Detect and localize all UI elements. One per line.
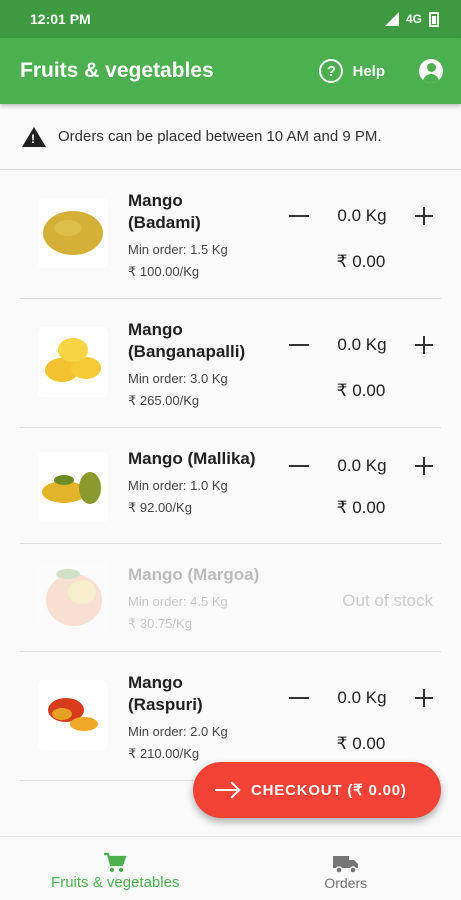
nav-label: Orders [324, 874, 368, 891]
decrease-button[interactable] [289, 215, 309, 217]
quantity-stepper: 0.0 Kg ₹ 0.00 [281, 335, 441, 401]
product-name: Mango [128, 320, 183, 339]
product-row: Mango (Banganapalli) Min order: 3.0 Kg ₹… [20, 299, 441, 428]
order-hours-notice: Orders can be placed between 10 AM and 9… [0, 104, 461, 170]
line-total: ₹ 0.00 [336, 498, 386, 517]
nav-fruits-vegetables[interactable]: Fruits & vegetables [0, 837, 231, 900]
nav-orders[interactable]: Orders [231, 837, 461, 900]
product-name: Mango [128, 191, 183, 210]
product-list: Mango (Badami) Min order: 1.5 Kg ₹ 100.0… [20, 170, 441, 781]
battery-icon [429, 11, 439, 27]
product-name: Mango (Mallika) [128, 449, 256, 468]
min-order: Min order: 4.5 Kg [128, 594, 228, 609]
line-total: ₹ 0.00 [336, 734, 386, 753]
checkout-label: CHECKOUT (₹ 0.00) [251, 782, 407, 799]
quantity-stepper: 0.0 Kg ₹ 0.00 [281, 688, 441, 754]
product-name-line2: (Raspuri) [128, 695, 203, 714]
quantity-value: 0.0 Kg [337, 688, 387, 707]
unit-price: ₹ 92.00/Kg [128, 500, 192, 515]
bottom-navigation: Fruits & vegetables Orders [0, 836, 461, 900]
product-row: Mango (Margoa) Min order: 4.5 Kg ₹ 30.75… [20, 544, 441, 652]
increase-button[interactable] [415, 457, 433, 475]
decrease-button[interactable] [289, 344, 309, 346]
nav-label: Fruits & vegetables [51, 874, 180, 891]
unit-price: ₹ 100.00/Kg [128, 264, 200, 279]
quantity-value: 0.0 Kg [337, 335, 387, 354]
cart-icon [104, 852, 127, 873]
min-order: Min order: 1.5 Kg [128, 242, 228, 257]
product-name-line2: (Banganapalli) [128, 342, 246, 361]
page-title: Fruits & vegetables [20, 59, 214, 82]
product-row: Mango (Badami) Min order: 1.5 Kg ₹ 100.0… [20, 170, 441, 299]
increase-button[interactable] [415, 336, 433, 354]
line-total: ₹ 0.00 [336, 381, 386, 400]
min-order: Min order: 3.0 Kg [128, 371, 228, 386]
status-bar: 12:01 PM 4G [0, 0, 461, 38]
quantity-value: 0.0 Kg [337, 206, 387, 225]
arrow-right-icon [215, 789, 237, 791]
increase-button[interactable] [415, 689, 433, 707]
quantity-value: 0.0 Kg [337, 456, 387, 475]
account-icon[interactable] [419, 59, 443, 83]
product-image [38, 680, 108, 750]
min-order: Min order: 1.0 Kg [128, 478, 228, 493]
product-image [38, 327, 108, 397]
min-order: Min order: 2.0 Kg [128, 724, 228, 739]
product-name: Mango (Margoa) [128, 565, 260, 584]
decrease-button[interactable] [289, 697, 309, 699]
help-icon: ? [319, 59, 344, 83]
status-time: 12:01 PM [30, 11, 91, 27]
status-icons: 4G [384, 11, 439, 27]
product-name: Mango [128, 673, 183, 692]
checkout-button[interactable]: CHECKOUT (₹ 0.00) [193, 762, 441, 818]
network-label: 4G [405, 12, 422, 26]
warning-icon [22, 126, 46, 147]
truck-icon [332, 855, 358, 874]
quantity-stepper: 0.0 Kg ₹ 0.00 [281, 456, 441, 518]
out-of-stock-label: Out of stock [342, 591, 433, 610]
decrease-button[interactable] [289, 465, 309, 467]
product-image [38, 562, 108, 632]
product-image [38, 452, 108, 522]
app-bar: Fruits & vegetables ? Help [0, 38, 461, 104]
help-label: Help [352, 62, 385, 80]
help-button[interactable]: ? Help [319, 59, 385, 83]
unit-price: ₹ 30.75/Kg [128, 616, 192, 631]
line-total: ₹ 0.00 [336, 252, 386, 271]
product-name-line2: (Badami) [128, 213, 201, 232]
unit-price: ₹ 265.00/Kg [128, 393, 200, 408]
unit-price: ₹ 210.00/Kg [128, 746, 200, 761]
quantity-stepper: 0.0 Kg ₹ 0.00 [281, 206, 441, 272]
product-image [38, 198, 108, 268]
product-row: Mango (Mallika) Min order: 1.0 Kg ₹ 92.0… [20, 428, 441, 544]
signal-icon [384, 12, 399, 26]
notice-text: Orders can be placed between 10 AM and 9… [58, 128, 382, 145]
increase-button[interactable] [415, 207, 433, 225]
